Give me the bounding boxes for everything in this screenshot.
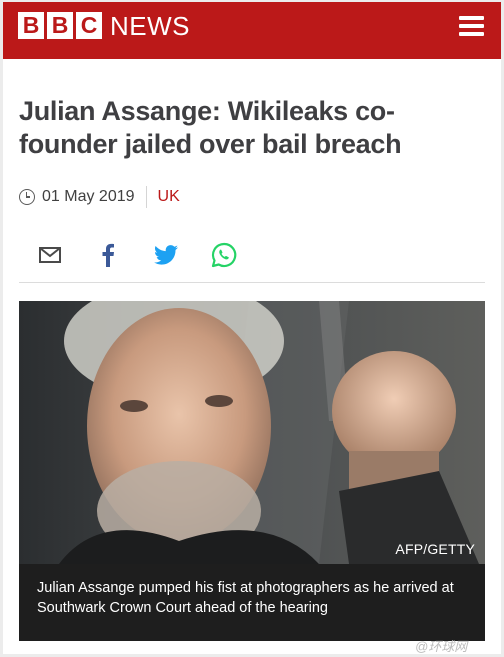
hamburger-menu-icon[interactable] [459, 16, 484, 38]
email-icon[interactable] [35, 240, 65, 270]
divider [19, 282, 485, 283]
whatsapp-icon[interactable] [209, 240, 239, 270]
photo-illustration [19, 301, 485, 564]
share-tools [35, 240, 267, 270]
logo-block: B [47, 12, 73, 39]
bbc-logo[interactable]: B B C [18, 12, 102, 39]
source-watermark: @环球网 [415, 639, 468, 654]
site-header: B B C NEWS [3, 2, 501, 59]
article-photo: AFP/GETTY [19, 301, 485, 564]
article-meta: 01 May 2019 UK [19, 184, 180, 210]
clock-icon [19, 189, 35, 205]
article-headline: Julian Assange: Wikileaks co-founder jai… [19, 96, 402, 159]
facebook-icon[interactable] [93, 240, 123, 270]
logo-block: B [18, 12, 44, 39]
twitter-icon[interactable] [151, 240, 181, 270]
logo-block: C [76, 12, 102, 39]
photo-credit: AFP/GETTY [395, 541, 475, 557]
photo-caption: Julian Assange pumped his fist at photog… [19, 564, 485, 641]
news-wordmark[interactable]: NEWS [110, 11, 190, 41]
meta-divider [145, 186, 147, 208]
publish-date: 01 May 2019 [42, 188, 135, 205]
article-page: B B C NEWS Julian Assange: Wikileaks co-… [3, 2, 501, 654]
section-link-uk[interactable]: UK [158, 188, 180, 206]
